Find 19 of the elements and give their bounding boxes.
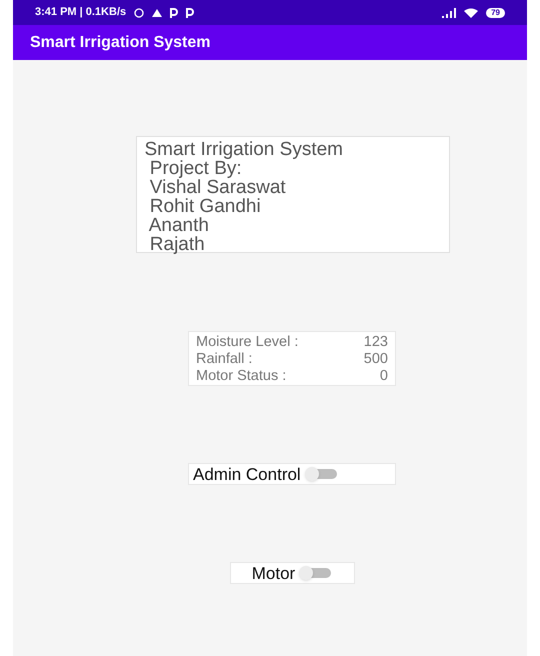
wifi-icon bbox=[464, 8, 478, 18]
project-text: Smart Irrigation System bbox=[144, 140, 344, 159]
reading-value: 123 bbox=[362, 334, 388, 351]
reading-value: 500 bbox=[362, 351, 388, 368]
triangle-icon bbox=[152, 8, 162, 18]
app-title: Smart Irrigation System bbox=[30, 32, 210, 52]
project-text: Ananth bbox=[148, 216, 210, 235]
reading-value: 0 bbox=[378, 368, 388, 385]
project-text: Rajath bbox=[148, 235, 206, 254]
project-text: Rohit Gandhi bbox=[148, 197, 262, 216]
battery-icon: 79 bbox=[486, 8, 505, 18]
status-time: 3:41 PM | 0.1KB/s bbox=[35, 5, 126, 20]
reading-label: Moisture Level : bbox=[196, 334, 298, 351]
reading-label: Rainfall : bbox=[196, 351, 254, 368]
project-text: Project By: bbox=[148, 159, 242, 178]
reading-label: Motor Status : bbox=[196, 368, 288, 385]
alarm-icon bbox=[134, 8, 144, 18]
project-text: Vishal Saraswat bbox=[148, 178, 287, 197]
signal-icon bbox=[442, 8, 456, 18]
